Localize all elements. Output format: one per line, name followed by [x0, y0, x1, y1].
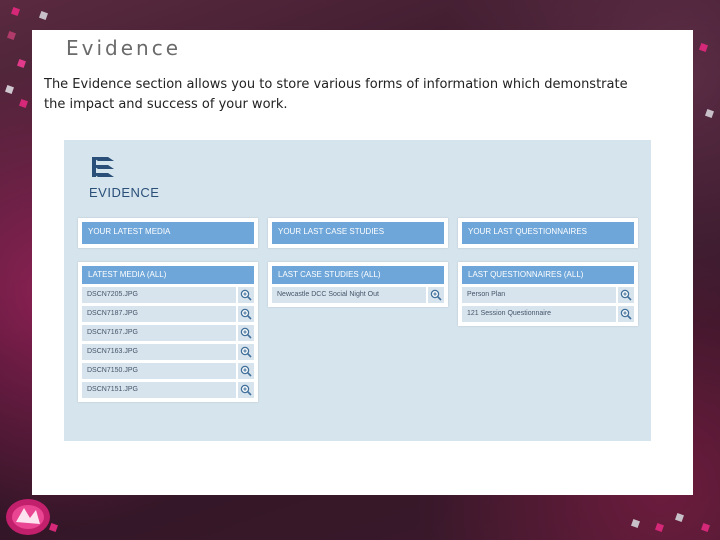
your-last-case-studies-button[interactable]: YOUR LAST CASE STUDIES: [272, 222, 444, 244]
list-item-link[interactable]: DSCN7150.JPG: [82, 363, 236, 379]
list-item-link[interactable]: 121 Session Questionnaire: [462, 306, 616, 322]
slide-title: Evidence: [66, 36, 182, 60]
slide-intro-text: The Evidence section allows you to store…: [44, 77, 628, 112]
latest-media-rows: DSCN7205.JPG DSCN7187.JPG DSCN7167.JPG DSCN…: [78, 287, 258, 398]
list-item: DSCN7167.JPG: [82, 325, 254, 341]
emblem-logo-icon: [6, 499, 50, 535]
latest-media-all-link[interactable]: LATEST MEDIA (ALL): [82, 266, 254, 284]
last-case-studies-list: LAST CASE STUDIES (ALL) Newcastle DCC So…: [268, 262, 448, 307]
zoom-in-icon[interactable]: [238, 287, 254, 303]
zoom-in-icon[interactable]: [238, 363, 254, 379]
last-case-studies-all-link[interactable]: LAST CASE STUDIES (ALL): [272, 266, 444, 284]
list-item: 121 Session Questionnaire: [462, 306, 634, 322]
list-item-link[interactable]: DSCN7167.JPG: [82, 325, 236, 341]
last-questionnaires-all-link[interactable]: LAST QUESTIONNAIRES (ALL): [462, 266, 634, 284]
app-screenshot-panel: EVIDENCE YOUR LATEST MEDIA YOUR LAST CAS…: [64, 140, 651, 441]
list-item-link[interactable]: DSCN7163.JPG: [82, 344, 236, 360]
zoom-in-icon[interactable]: [618, 306, 634, 322]
list-item: DSCN7151.JPG: [82, 382, 254, 398]
zoom-in-icon[interactable]: [618, 287, 634, 303]
logo-text: EVIDENCE: [89, 185, 160, 200]
list-item: DSCN7163.JPG: [82, 344, 254, 360]
your-latest-media-button[interactable]: YOUR LATEST MEDIA: [82, 222, 254, 244]
stacked-layers-icon: [92, 157, 114, 177]
questionnaires-rows: Person Plan 121 Session Questionnaire: [458, 287, 638, 322]
list-item-link[interactable]: DSCN7187.JPG: [82, 306, 236, 322]
list-item: DSCN7187.JPG: [82, 306, 254, 322]
zoom-in-icon[interactable]: [238, 382, 254, 398]
case-studies-rows: Newcastle DCC Social Night Out: [268, 287, 448, 303]
latest-media-button-frame: YOUR LATEST MEDIA: [78, 218, 258, 248]
list-item-link[interactable]: DSCN7205.JPG: [82, 287, 236, 303]
last-case-studies-button-frame: YOUR LAST CASE STUDIES: [268, 218, 448, 248]
list-item: DSCN7205.JPG: [82, 287, 254, 303]
latest-media-list: LATEST MEDIA (ALL) DSCN7205.JPG DSCN7187.…: [78, 262, 258, 402]
last-questionnaires-list: LAST QUESTIONNAIRES (ALL) Person Plan 121…: [458, 262, 638, 326]
zoom-in-icon[interactable]: [238, 344, 254, 360]
list-item-link[interactable]: DSCN7151.JPG: [82, 382, 236, 398]
zoom-in-icon[interactable]: [238, 306, 254, 322]
list-item: Newcastle DCC Social Night Out: [272, 287, 444, 303]
zoom-in-icon[interactable]: [238, 325, 254, 341]
zoom-in-icon[interactable]: [428, 287, 444, 303]
list-item: DSCN7150.JPG: [82, 363, 254, 379]
list-item: Person Plan: [462, 287, 634, 303]
your-last-questionnaires-button[interactable]: YOUR LAST QUESTIONNAIRES: [462, 222, 634, 244]
last-questionnaires-button-frame: YOUR LAST QUESTIONNAIRES: [458, 218, 638, 248]
list-item-link[interactable]: Newcastle DCC Social Night Out: [272, 287, 426, 303]
list-item-link[interactable]: Person Plan: [462, 287, 616, 303]
